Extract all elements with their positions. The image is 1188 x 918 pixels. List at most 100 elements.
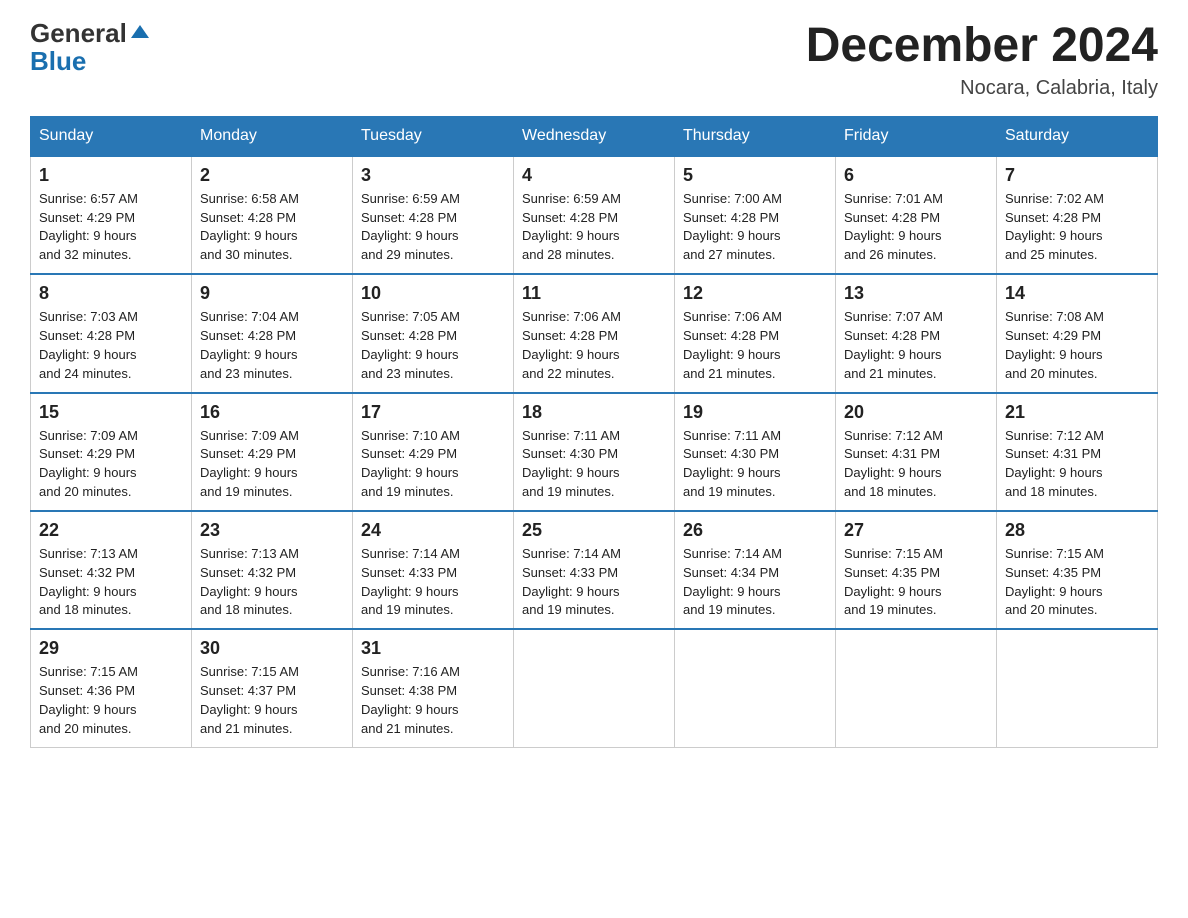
day-number: 8 — [39, 283, 183, 304]
day-info: Sunrise: 7:13 AMSunset: 4:32 PMDaylight:… — [39, 546, 138, 618]
calendar-header-monday: Monday — [192, 116, 353, 156]
day-info: Sunrise: 7:09 AMSunset: 4:29 PMDaylight:… — [200, 428, 299, 500]
day-number: 3 — [361, 165, 505, 186]
day-number: 29 — [39, 638, 183, 659]
calendar-header-sunday: Sunday — [31, 116, 192, 156]
calendar-cell: 16 Sunrise: 7:09 AMSunset: 4:29 PMDayligh… — [192, 393, 353, 511]
calendar-cell: 17Sunrise: 7:10 AMSunset: 4:29 PMDayligh… — [353, 393, 514, 511]
calendar-cell: 14Sunrise: 7:08 AMSunset: 4:29 PMDayligh… — [997, 274, 1158, 392]
day-info: Sunrise: 7:12 AMSunset: 4:31 PMDaylight:… — [1005, 428, 1104, 500]
calendar-cell — [997, 629, 1158, 747]
day-number: 23 — [200, 520, 344, 541]
calendar-week-row: 22Sunrise: 7:13 AMSunset: 4:32 PMDayligh… — [31, 511, 1158, 629]
day-info: Sunrise: 6:57 AMSunset: 4:29 PMDaylight:… — [39, 191, 138, 263]
day-number: 9 — [200, 283, 344, 304]
day-number: 18 — [522, 402, 666, 423]
day-info: Sunrise: 6:59 AMSunset: 4:28 PMDaylight:… — [361, 191, 460, 263]
day-number: 7 — [1005, 165, 1149, 186]
day-info: Sunrise: 7:04 AMSunset: 4:28 PMDaylight:… — [200, 309, 299, 381]
calendar-cell: 30 Sunrise: 7:15 AMSunset: 4:37 PMDayligh… — [192, 629, 353, 747]
calendar-cell: 9 Sunrise: 7:04 AMSunset: 4:28 PMDaylight… — [192, 274, 353, 392]
calendar-cell: 25Sunrise: 7:14 AMSunset: 4:33 PMDayligh… — [514, 511, 675, 629]
calendar-cell: 1 Sunrise: 6:57 AMSunset: 4:29 PMDaylight… — [31, 156, 192, 274]
calendar-cell: 20 Sunrise: 7:12 AMSunset: 4:31 PMDayligh… — [836, 393, 997, 511]
day-number: 4 — [522, 165, 666, 186]
day-number: 25 — [522, 520, 666, 541]
day-number: 14 — [1005, 283, 1149, 304]
day-info: Sunrise: 7:15 AMSunset: 4:35 PMDaylight:… — [844, 546, 943, 618]
calendar-table: SundayMondayTuesdayWednesdayThursdayFrid… — [30, 116, 1158, 748]
logo-triangle-icon — [131, 25, 149, 38]
day-number: 30 — [200, 638, 344, 659]
calendar-week-row: 8 Sunrise: 7:03 AMSunset: 4:28 PMDaylight… — [31, 274, 1158, 392]
day-info: Sunrise: 7:05 AMSunset: 4:28 PMDaylight:… — [361, 309, 460, 381]
calendar-cell: 27Sunrise: 7:15 AMSunset: 4:35 PMDayligh… — [836, 511, 997, 629]
calendar-week-row: 1 Sunrise: 6:57 AMSunset: 4:29 PMDaylight… — [31, 156, 1158, 274]
calendar-cell: 11 Sunrise: 7:06 AMSunset: 4:28 PMDayligh… — [514, 274, 675, 392]
calendar-cell: 23Sunrise: 7:13 AMSunset: 4:32 PMDayligh… — [192, 511, 353, 629]
day-number: 15 — [39, 402, 183, 423]
calendar-title-area: December 2024 Nocara, Calabria, Italy — [806, 20, 1158, 100]
calendar-header-tuesday: Tuesday — [353, 116, 514, 156]
logo-general-text: General — [30, 20, 127, 46]
day-info: Sunrise: 7:16 AMSunset: 4:38 PMDaylight:… — [361, 664, 460, 736]
calendar-cell: 15Sunrise: 7:09 AMSunset: 4:29 PMDayligh… — [31, 393, 192, 511]
calendar-week-row: 15 Sunrise: 7:09 AMSunset: 4:29 PMDayligh… — [31, 393, 1158, 511]
calendar-cell: 24 Sunrise: 7:14 AMSunset: 4:33 PMDayligh… — [353, 511, 514, 629]
calendar-cell: 5 Sunrise: 7:00 AMSunset: 4:28 PMDaylight… — [675, 156, 836, 274]
day-number: 19 — [683, 402, 827, 423]
calendar-header-row: SundayMondayTuesdayWednesdayThursdayFrid… — [31, 116, 1158, 156]
day-info: Sunrise: 6:59 AMSunset: 4:28 PMDaylight:… — [522, 191, 621, 263]
calendar-header-friday: Friday — [836, 116, 997, 156]
day-info: Sunrise: 7:01 AMSunset: 4:28 PMDaylight:… — [844, 191, 943, 263]
calendar-title: December 2024 — [806, 20, 1158, 73]
day-number: 28 — [1005, 520, 1149, 541]
day-number: 24 — [361, 520, 505, 541]
calendar-cell: 28Sunrise: 7:15 AMSunset: 4:35 PMDayligh… — [997, 511, 1158, 629]
day-info: Sunrise: 7:14 AMSunset: 4:33 PMDaylight:… — [361, 546, 460, 618]
logo-blue-text: Blue — [30, 48, 86, 74]
day-number: 26 — [683, 520, 827, 541]
day-number: 12 — [683, 283, 827, 304]
day-info: Sunrise: 7:15 AMSunset: 4:36 PMDaylight:… — [39, 664, 138, 736]
day-number: 10 — [361, 283, 505, 304]
calendar-cell: 29 Sunrise: 7:15 AMSunset: 4:36 PMDayligh… — [31, 629, 192, 747]
calendar-cell: 10 Sunrise: 7:05 AMSunset: 4:28 PMDayligh… — [353, 274, 514, 392]
calendar-cell: 31 Sunrise: 7:16 AMSunset: 4:38 PMDayligh… — [353, 629, 514, 747]
page-header: General Blue December 2024 Nocara, Calab… — [30, 20, 1158, 100]
day-info: Sunrise: 7:02 AMSunset: 4:28 PMDaylight:… — [1005, 191, 1104, 263]
calendar-cell: 18 Sunrise: 7:11 AMSunset: 4:30 PMDayligh… — [514, 393, 675, 511]
calendar-cell: 8 Sunrise: 7:03 AMSunset: 4:28 PMDaylight… — [31, 274, 192, 392]
calendar-cell: 4 Sunrise: 6:59 AMSunset: 4:28 PMDaylight… — [514, 156, 675, 274]
calendar-cell — [675, 629, 836, 747]
day-info: Sunrise: 7:11 AMSunset: 4:30 PMDaylight:… — [522, 428, 620, 500]
day-info: Sunrise: 7:15 AMSunset: 4:37 PMDaylight:… — [200, 664, 299, 736]
calendar-cell: 7 Sunrise: 7:02 AMSunset: 4:28 PMDaylight… — [997, 156, 1158, 274]
calendar-cell: 3 Sunrise: 6:59 AMSunset: 4:28 PMDaylight… — [353, 156, 514, 274]
calendar-subtitle: Nocara, Calabria, Italy — [806, 77, 1158, 100]
day-number: 31 — [361, 638, 505, 659]
day-info: Sunrise: 7:14 AMSunset: 4:34 PMDaylight:… — [683, 546, 782, 618]
day-info: Sunrise: 7:11 AMSunset: 4:30 PMDaylight:… — [683, 428, 781, 500]
day-info: Sunrise: 7:12 AMSunset: 4:31 PMDaylight:… — [844, 428, 943, 500]
day-info: Sunrise: 7:00 AMSunset: 4:28 PMDaylight:… — [683, 191, 782, 263]
day-number: 20 — [844, 402, 988, 423]
day-number: 5 — [683, 165, 827, 186]
calendar-cell: 19 Sunrise: 7:11 AMSunset: 4:30 PMDayligh… — [675, 393, 836, 511]
calendar-week-row: 29 Sunrise: 7:15 AMSunset: 4:36 PMDayligh… — [31, 629, 1158, 747]
day-number: 1 — [39, 165, 183, 186]
day-number: 13 — [844, 283, 988, 304]
day-number: 11 — [522, 283, 666, 304]
day-number: 2 — [200, 165, 344, 186]
calendar-header-saturday: Saturday — [997, 116, 1158, 156]
calendar-header-thursday: Thursday — [675, 116, 836, 156]
calendar-cell: 6Sunrise: 7:01 AMSunset: 4:28 PMDaylight… — [836, 156, 997, 274]
day-number: 16 — [200, 402, 344, 423]
day-info: Sunrise: 7:03 AMSunset: 4:28 PMDaylight:… — [39, 309, 138, 381]
day-info: Sunrise: 7:07 AMSunset: 4:28 PMDaylight:… — [844, 309, 943, 381]
calendar-cell: 26 Sunrise: 7:14 AMSunset: 4:34 PMDayligh… — [675, 511, 836, 629]
calendar-cell — [514, 629, 675, 747]
calendar-cell: 21Sunrise: 7:12 AMSunset: 4:31 PMDayligh… — [997, 393, 1158, 511]
calendar-cell: 2Sunrise: 6:58 AMSunset: 4:28 PMDaylight… — [192, 156, 353, 274]
day-info: Sunrise: 7:06 AMSunset: 4:28 PMDaylight:… — [522, 309, 621, 381]
